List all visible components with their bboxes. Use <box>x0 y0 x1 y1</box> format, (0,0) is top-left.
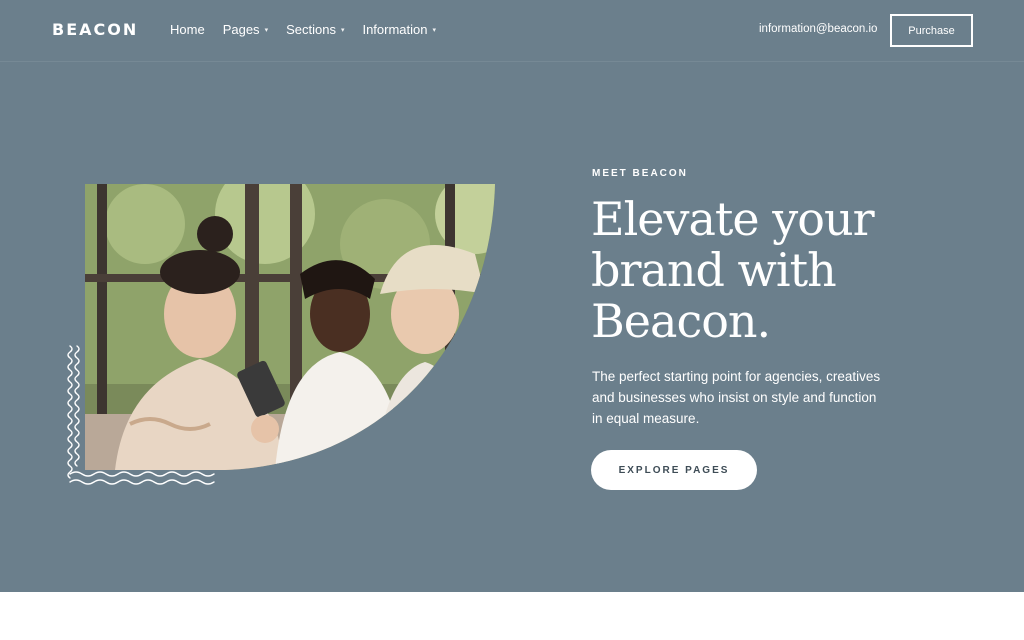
nav-item-label: Pages <box>222 22 260 37</box>
chevron-down-icon: ▾ <box>264 26 269 34</box>
nav-item-pages[interactable]: Pages ▾ <box>223 22 268 37</box>
hero-section: BEACON Home Pages ▾ Sections ▾ Informati… <box>0 0 1024 592</box>
nav-item-home[interactable]: Home <box>170 22 205 37</box>
contact-email-link[interactable]: information@beacon.io <box>759 23 877 35</box>
nav-item-label: Sections <box>286 22 336 37</box>
hero-description: The perfect starting point for agencies,… <box>592 369 881 426</box>
hero-photo <box>85 184 495 470</box>
purchase-button[interactable]: Purchase <box>890 14 973 47</box>
hero-image <box>85 184 495 470</box>
chevron-down-icon: ▾ <box>432 26 437 34</box>
nav-item-sections[interactable]: Sections ▾ <box>286 22 344 37</box>
hero-headline: Elevate your brand with Beacon. <box>591 192 875 348</box>
hero-eyebrow: MEET BEACON <box>592 168 688 179</box>
main-nav: Home Pages ▾ Sections ▾ Information ▾ <box>170 22 454 37</box>
nav-item-information[interactable]: Information ▾ <box>362 22 436 37</box>
logo[interactable]: BEACON <box>52 20 138 39</box>
nav-item-label: Information <box>362 22 428 37</box>
nav-item-label: Home <box>170 22 205 37</box>
site-header: BEACON Home Pages ▾ Sections ▾ Informati… <box>0 0 1024 62</box>
chevron-down-icon: ▾ <box>340 26 345 34</box>
explore-pages-button[interactable]: EXPLORE PAGES <box>591 450 757 490</box>
